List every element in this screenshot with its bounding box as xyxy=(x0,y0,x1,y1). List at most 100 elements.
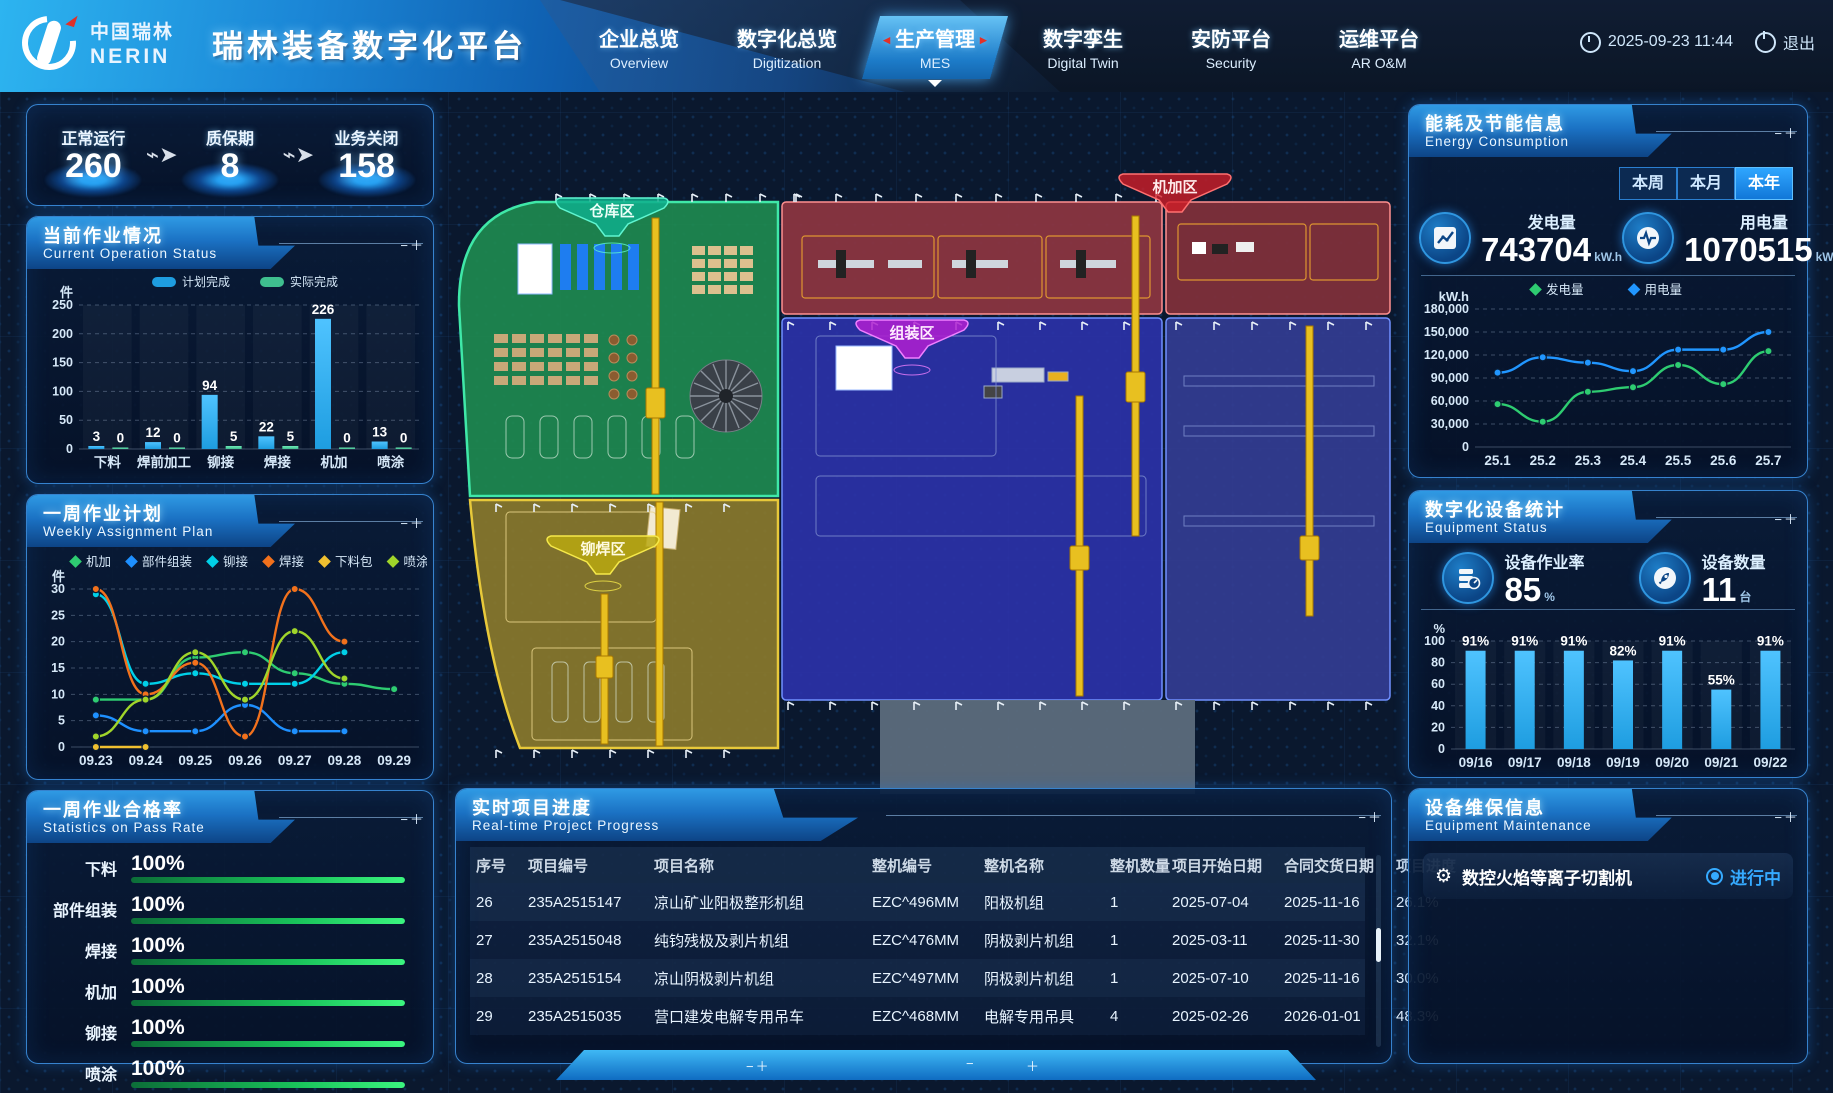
svg-text:kW.h: kW.h xyxy=(1439,289,1469,304)
brand: 中国瑞林 NERIN 瑞林装备数字化平台 xyxy=(20,14,527,72)
panel-title: 数字化设备统计 xyxy=(1425,496,1565,522)
svg-text:180,000: 180,000 xyxy=(1424,302,1469,316)
svg-text:120,000: 120,000 xyxy=(1424,348,1469,362)
summary-stat: 正常运行260 xyxy=(41,125,146,185)
svg-text:90,000: 90,000 xyxy=(1431,371,1469,385)
svg-text:09/20: 09/20 xyxy=(1655,755,1689,770)
table-row[interactable]: 26235A2515147凉山矿业阳极整形机组EZC^496MM阳极机组1202… xyxy=(470,883,1365,921)
pass-rate-row: 铆接 100% xyxy=(35,1011,425,1052)
flow-arrow-icon: ⌁➤ xyxy=(146,142,178,168)
table-row[interactable]: 27235A2515048纯钧残极及剥片机组EZC^476MM阴极剥片机组120… xyxy=(470,921,1365,959)
energy-tab-本年[interactable]: 本年 xyxy=(1735,167,1793,200)
table-row[interactable]: 29235A2515035营口建发电解专用吊车EZC^468MM电解专用吊具42… xyxy=(470,997,1365,1035)
usage-stat: 用电量 1070515kW.h xyxy=(1622,209,1833,268)
svg-text:机加: 机加 xyxy=(321,454,348,470)
warehouse-panel xyxy=(518,244,552,294)
svg-text:件: 件 xyxy=(52,569,65,584)
status-summary-panel: 正常运行260⌁➤质保期8⌁➤业务关闭158 xyxy=(26,104,434,206)
logout-button[interactable]: 退出 xyxy=(1755,30,1815,54)
clock-icon xyxy=(1580,32,1601,53)
svg-text:15: 15 xyxy=(51,661,65,675)
svg-text:用电量: 用电量 xyxy=(1645,283,1683,297)
assembly-panel xyxy=(836,346,892,390)
svg-text:铆接: 铆接 xyxy=(207,454,234,470)
pass-rate-row: 机加 100% xyxy=(35,970,425,1011)
rocket-icon xyxy=(1639,552,1691,604)
maintenance-panel: 设备维保信息 Equipment Maintenance −＋ ⚙ 数控火焰等离… xyxy=(1408,788,1808,1064)
panel-subtitle: Current Operation Status xyxy=(43,246,217,261)
svg-text:09.26: 09.26 xyxy=(228,753,262,768)
table-scrollbar[interactable] xyxy=(1376,855,1381,1047)
energy-tab-本周[interactable]: 本周 xyxy=(1619,167,1677,200)
svg-text:部件组装: 部件组装 xyxy=(142,554,192,569)
svg-text:焊前加工: 焊前加工 xyxy=(137,454,191,470)
svg-text:25.5: 25.5 xyxy=(1665,453,1692,468)
panel-title: 能耗及节能信息 xyxy=(1425,110,1565,136)
svg-text:25.7: 25.7 xyxy=(1755,453,1781,468)
weekly-line-chart: 051015202530件09.2309.2409.2509.2609.2709… xyxy=(33,549,427,778)
panel-title: 实时项目进度 xyxy=(472,794,592,820)
svg-text:09.28: 09.28 xyxy=(328,753,362,768)
energy-line-chart: 030,00060,00090,000120,000150,000180,000… xyxy=(1413,277,1803,476)
svg-text:91%: 91% xyxy=(1511,634,1538,649)
status-dot-icon xyxy=(1706,868,1723,885)
nav-tab-mes[interactable]: 生产管理MES xyxy=(861,20,1009,71)
svg-text:0: 0 xyxy=(1462,440,1469,454)
panel-title: 设备维保信息 xyxy=(1425,794,1545,820)
nav-tab-digitization[interactable]: 数字化总览Digitization xyxy=(713,20,861,71)
factory-3d-map[interactable]: 仓库区 组装区 铆焊区 机加区 xyxy=(436,96,1396,796)
svg-text:13: 13 xyxy=(372,425,388,440)
svg-text:94: 94 xyxy=(202,378,218,393)
logo-en: NERIN xyxy=(90,45,174,69)
pass-rate-panel: 一周作业合格率 Statistics on Pass Rate −＋ 下料 10… xyxy=(26,790,434,1064)
svg-text:0: 0 xyxy=(58,740,65,754)
svg-text:150,000: 150,000 xyxy=(1424,325,1469,339)
svg-text:3: 3 xyxy=(93,429,101,444)
summary-stat: 业务关闭158 xyxy=(314,125,419,185)
status-badge: 进行中 xyxy=(1706,864,1781,889)
nav-tab-overview[interactable]: 企业总览Overview xyxy=(565,20,713,71)
fan-part xyxy=(690,360,762,432)
panel-subtitle: Weekly Assignment Plan xyxy=(43,524,213,539)
svg-text:80: 80 xyxy=(1431,656,1445,670)
panel-subtitle: Statistics on Pass Rate xyxy=(43,820,205,835)
svg-text:25: 25 xyxy=(51,608,65,622)
weekly-plan-panel: 一周作业计划 Weekly Assignment Plan −＋ 0510152… xyxy=(26,494,434,780)
svg-text:50: 50 xyxy=(59,413,73,427)
usage-pulse-icon xyxy=(1622,212,1674,264)
pass-rate-list: 下料 100% 部件组装 100% 焊接 100% 机加 100% 铆接 100… xyxy=(35,847,425,1093)
table-row[interactable]: 28235A2515154凉山阴极剥片机组EZC^497MM阴极剥片机组1202… xyxy=(470,959,1365,997)
current-operation-panel: 当前作业情况 Current Operation Status −＋ 05010… xyxy=(26,216,434,484)
nav-tab-digital-twin[interactable]: 数字孪生Digital Twin xyxy=(1009,20,1157,71)
nav-tab-ar-o-m[interactable]: 运维平台AR O&M xyxy=(1305,20,1453,71)
generation-stat: 发电量 743704kW.h xyxy=(1419,209,1622,268)
svg-text:82%: 82% xyxy=(1609,643,1636,658)
energy-tab-本月[interactable]: 本月 xyxy=(1677,167,1735,200)
maintenance-item[interactable]: ⚙ 数控火焰等离子切割机 进行中 xyxy=(1423,853,1793,899)
svg-text:91%: 91% xyxy=(1757,634,1784,649)
panel-subtitle: Energy Consumption xyxy=(1425,134,1569,149)
svg-text:60: 60 xyxy=(1431,677,1445,691)
pass-rate-row: 焊接 100% xyxy=(35,929,425,970)
panel-title: 一周作业合格率 xyxy=(43,796,183,822)
svg-text:100: 100 xyxy=(1424,634,1445,648)
nav-tab-security[interactable]: 安防平台Security xyxy=(1157,20,1305,71)
zone-assembly-right[interactable] xyxy=(1166,318,1390,700)
svg-text:09.24: 09.24 xyxy=(129,753,163,768)
panel-subtitle: Equipment Status xyxy=(1425,520,1548,535)
zone-machining-right[interactable] xyxy=(1166,202,1390,314)
svg-text:09/16: 09/16 xyxy=(1459,755,1493,770)
svg-text:30,000: 30,000 xyxy=(1431,417,1469,431)
svg-text:55%: 55% xyxy=(1708,673,1735,688)
panel-subtitle: Equipment Maintenance xyxy=(1425,818,1592,833)
logo-cn: 中国瑞林 xyxy=(90,17,174,44)
svg-text:91%: 91% xyxy=(1462,634,1489,649)
panel-subtitle: Real-time Project Progress xyxy=(472,818,659,833)
svg-text:25.3: 25.3 xyxy=(1575,453,1602,468)
panel-title: 一周作业计划 xyxy=(43,500,163,526)
svg-text:发电量: 发电量 xyxy=(1546,282,1584,297)
svg-text:铆接: 铆接 xyxy=(223,554,249,569)
svg-text:91%: 91% xyxy=(1659,634,1686,649)
energy-range-tabs: 本周本月本年 xyxy=(1619,167,1793,200)
svg-text:12: 12 xyxy=(145,425,160,440)
